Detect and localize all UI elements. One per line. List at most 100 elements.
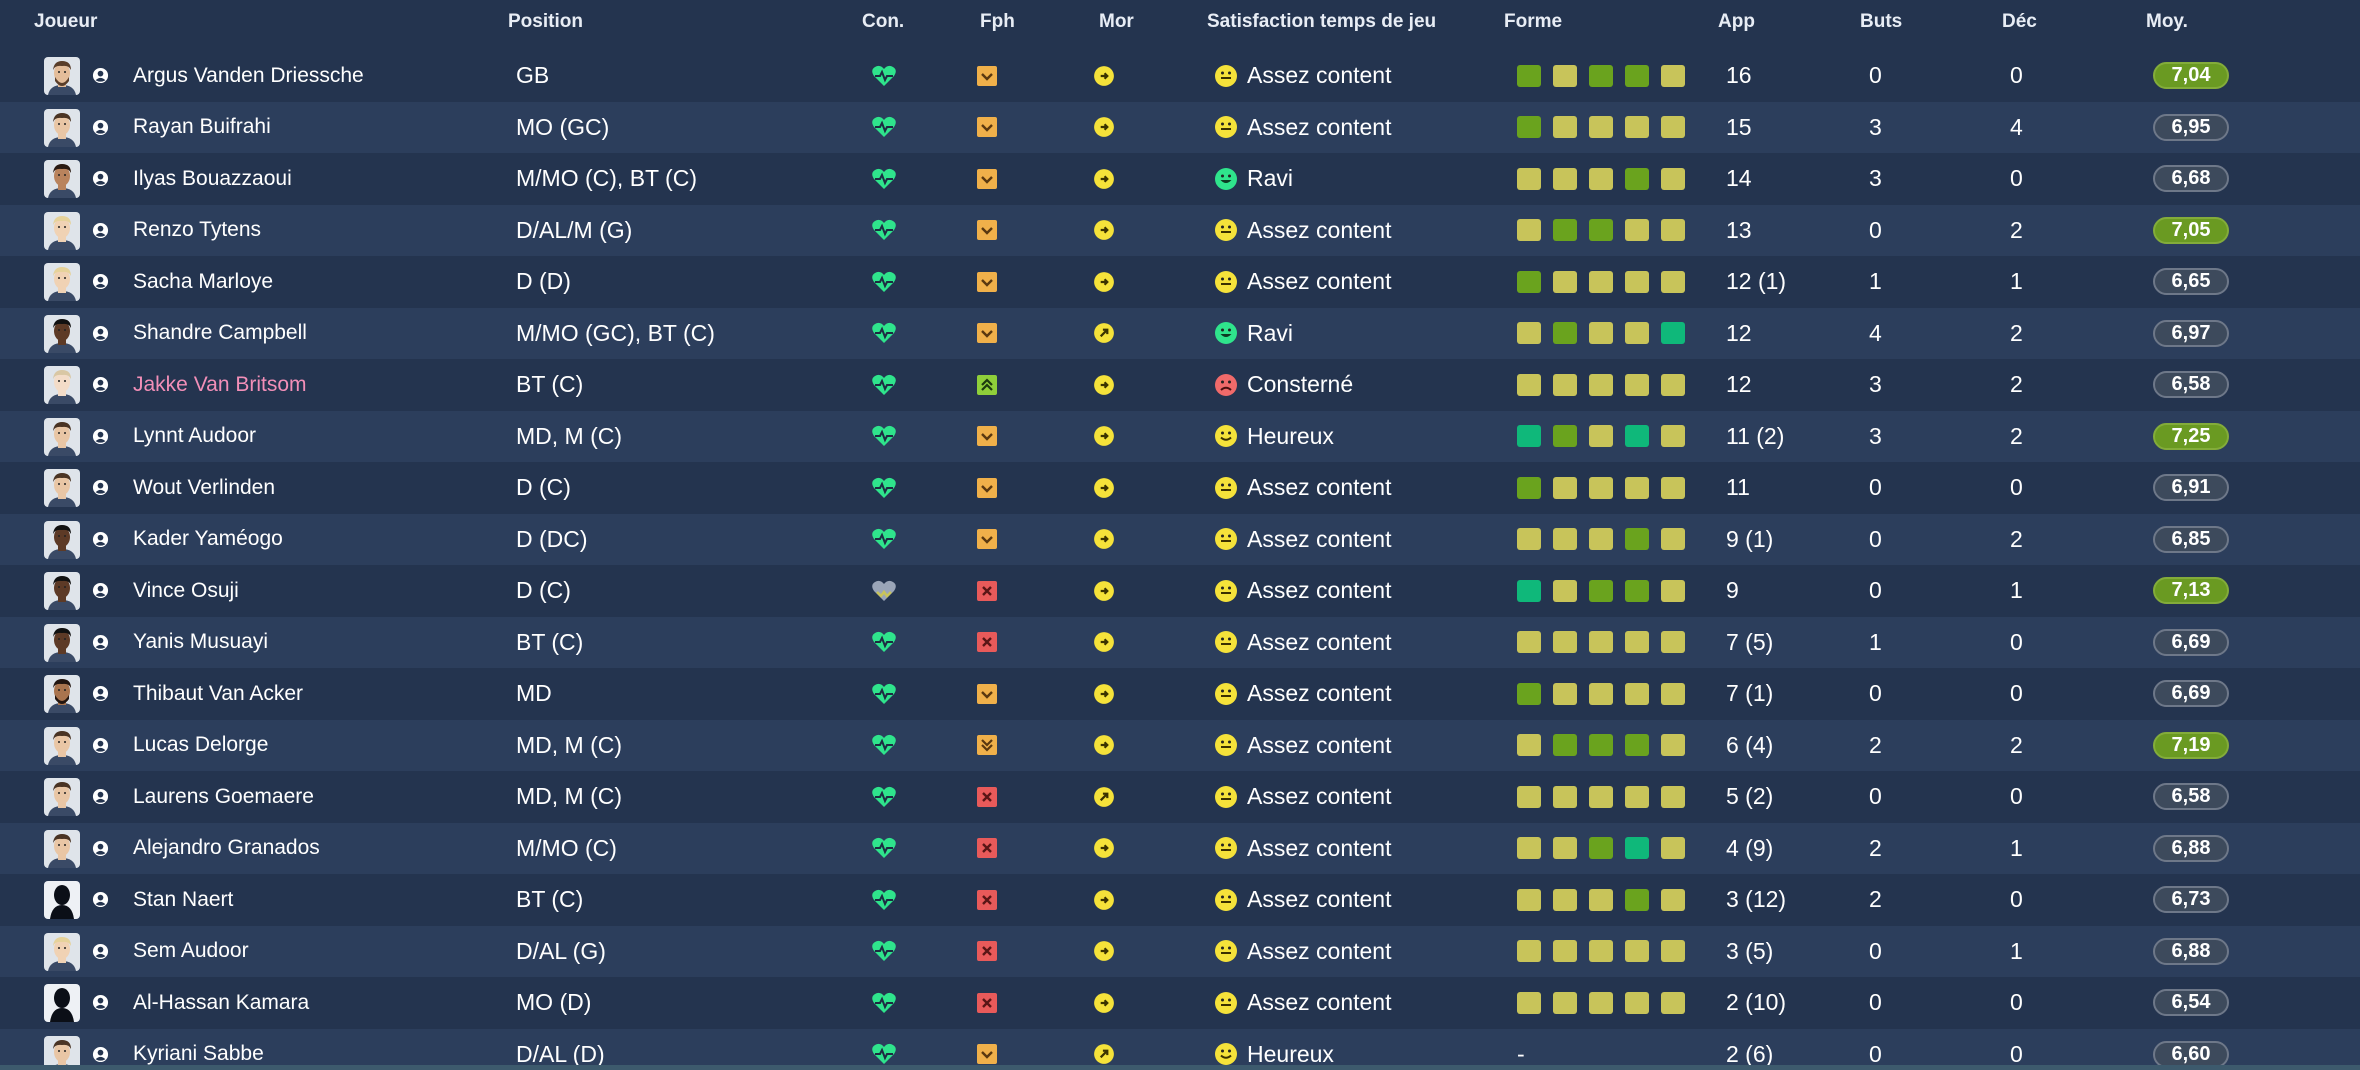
table-row[interactable]: Jakke Van Britsom BT (C) Consterné 12 3 2 6,58	[0, 359, 2360, 411]
form-indicator	[1589, 991, 1613, 1014]
player-avatar[interactable]	[44, 675, 80, 713]
person-card-icon[interactable]	[92, 428, 109, 445]
player-name[interactable]: Kader Yaméogo	[133, 514, 283, 566]
player-name[interactable]: Sacha Marloye	[133, 256, 273, 308]
player-name[interactable]: Sem Audoor	[133, 926, 249, 978]
person-card-icon[interactable]	[92, 994, 109, 1011]
person-card-icon[interactable]	[92, 479, 109, 496]
player-avatar[interactable]	[44, 881, 80, 919]
table-row[interactable]: Sem Audoor D/AL (G) Assez content 3 (5) 0 1 6,…	[0, 925, 2360, 978]
player-avatar[interactable]	[44, 160, 80, 198]
column-header-moy[interactable]: Moy.	[2146, 11, 2188, 33]
player-avatar[interactable]	[44, 778, 80, 816]
form-indicator	[1661, 579, 1685, 602]
form-indicator	[1553, 219, 1577, 242]
column-header-mor[interactable]: Mor	[1099, 11, 1134, 33]
player-name[interactable]: Laurens Goemaere	[133, 771, 314, 823]
form-indicator	[1661, 425, 1685, 448]
table-row[interactable]: Vince Osuji D (C) Assez content 9 0 1 7,13	[0, 565, 2360, 617]
column-header-joueur[interactable]: Joueur	[34, 11, 97, 33]
player-avatar[interactable]	[44, 726, 80, 765]
player-avatar[interactable]	[44, 829, 80, 868]
player-name[interactable]: Lucas Delorge	[133, 720, 268, 772]
table-row[interactable]: Shandre Campbell M/MO (GC), BT (C) Ravi 12 4…	[0, 307, 2360, 360]
person-card-icon[interactable]	[92, 788, 109, 805]
table-row[interactable]: Kader Yaméogo D (DC) Assez content 9 (1) 0 2 6…	[0, 513, 2360, 566]
table-row[interactable]: Ilyas Bouazzaoui M/MO (C), BT (C) Ravi 14 3 0…	[0, 153, 2360, 205]
player-name[interactable]: Yanis Musuayi	[133, 617, 268, 669]
person-card-icon[interactable]	[92, 531, 109, 548]
table-row[interactable]: Lucas Delorge MD, M (C) Assez content 6 (4)…	[0, 719, 2360, 772]
player-name[interactable]: Shandre Campbell	[133, 308, 307, 360]
player-avatar[interactable]	[44, 314, 80, 353]
player-name[interactable]: Thibaut Van Acker	[133, 668, 303, 720]
player-name[interactable]: Wout Verlinden	[133, 462, 275, 514]
person-card-icon[interactable]	[92, 840, 109, 857]
table-row[interactable]: Argus Vanden Driessche GB Assez content 16 0…	[0, 50, 2360, 102]
assists: 1	[2010, 268, 2023, 295]
player-avatar[interactable]	[44, 932, 80, 971]
table-row[interactable]: Thibaut Van Acker MD Assez content 7 (1) 0 0 6…	[0, 668, 2360, 720]
table-row[interactable]: Kyriani Sabbe D/AL (D) Heureux - 2 (6) 0 0 6,60	[0, 1028, 2360, 1070]
person-card-icon[interactable]	[92, 685, 109, 702]
person-card-icon[interactable]	[92, 634, 109, 651]
player-avatar[interactable]	[44, 520, 80, 559]
person-card-icon[interactable]	[92, 1046, 109, 1063]
goals: 2	[1869, 886, 1882, 913]
satisfaction-face-icon	[1214, 64, 1247, 88]
player-name[interactable]: Argus Vanden Driessche	[133, 50, 364, 102]
table-row[interactable]: Stan Naert BT (C) Assez content 3 (12) 2 0 6,7…	[0, 874, 2360, 926]
table-row[interactable]: Laurens Goemaere MD, M (C) Assez content 5 …	[0, 771, 2360, 823]
form-indicator	[1517, 167, 1541, 190]
player-avatar[interactable]	[44, 572, 80, 610]
player-name[interactable]: Renzo Tytens	[133, 205, 261, 257]
column-header-dec[interactable]: Déc	[2002, 11, 2037, 33]
player-name[interactable]: Kyriani Sabbe	[133, 1029, 264, 1070]
table-row[interactable]: Yanis Musuayi BT (C) Assez content 7 (5) 1 0 6…	[0, 616, 2360, 669]
player-name[interactable]: Vince Osuji	[133, 565, 239, 617]
assists: 0	[2010, 680, 2023, 707]
person-card-icon[interactable]	[92, 943, 109, 960]
player-avatar[interactable]	[44, 984, 80, 1022]
appearances: 7 (5)	[1726, 628, 1774, 655]
column-header-con[interactable]: Con.	[862, 11, 904, 33]
person-card-icon[interactable]	[92, 273, 109, 290]
table-row[interactable]: Alejandro Granados M/MO (C) Assez content 4…	[0, 822, 2360, 875]
column-header-buts[interactable]: Buts	[1860, 11, 1902, 33]
table-row[interactable]: Lynnt Audoor MD, M (C) Heureux 11 (2) 3 2 7,25	[0, 410, 2360, 463]
player-avatar[interactable]	[44, 366, 80, 404]
player-avatar[interactable]	[44, 623, 80, 662]
table-row[interactable]: Al-Hassan Kamara MO (D) Assez content 2 (10…	[0, 977, 2360, 1029]
person-card-icon[interactable]	[92, 67, 109, 84]
player-name[interactable]: Ilyas Bouazzaoui	[133, 153, 292, 205]
column-header-forme[interactable]: Forme	[1504, 11, 1562, 33]
player-avatar[interactable]	[44, 211, 80, 250]
column-header-satisfaction[interactable]: Satisfaction temps de jeu	[1207, 11, 1436, 33]
column-header-position[interactable]: Position	[508, 11, 583, 33]
person-card-icon[interactable]	[92, 325, 109, 342]
player-avatar[interactable]	[44, 263, 80, 301]
column-header-app[interactable]: App	[1718, 11, 1755, 33]
table-row[interactable]: Rayan Buifrahi MO (GC) Assez content 15 3 4 6,…	[0, 101, 2360, 154]
player-avatar[interactable]	[44, 57, 80, 95]
person-card-icon[interactable]	[92, 737, 109, 754]
column-header-fph[interactable]: Fph	[980, 11, 1015, 33]
player-avatar[interactable]	[44, 469, 80, 507]
player-name[interactable]: Stan Naert	[133, 874, 233, 926]
player-name[interactable]: Rayan Buifrahi	[133, 102, 271, 154]
person-card-icon[interactable]	[92, 582, 109, 599]
table-row[interactable]: Renzo Tytens D/AL/M (G) Assez content 13 0 2 7…	[0, 204, 2360, 257]
player-name[interactable]: Al-Hassan Kamara	[133, 977, 309, 1029]
player-name[interactable]: Lynnt Audoor	[133, 411, 256, 463]
person-card-icon[interactable]	[92, 170, 109, 187]
table-row[interactable]: Sacha Marloye D (D) Assez content 12 (1) 1 1 6…	[0, 256, 2360, 308]
player-avatar[interactable]	[44, 417, 80, 456]
player-name[interactable]: Alejandro Granados	[133, 823, 320, 875]
person-card-icon[interactable]	[92, 376, 109, 393]
person-card-icon[interactable]	[92, 222, 109, 239]
player-name[interactable]: Jakke Van Britsom	[133, 359, 307, 411]
person-card-icon[interactable]	[92, 891, 109, 908]
table-row[interactable]: Wout Verlinden D (C) Assez content 11 0 0 6,91	[0, 462, 2360, 514]
player-avatar[interactable]	[44, 108, 80, 147]
person-card-icon[interactable]	[92, 119, 109, 136]
